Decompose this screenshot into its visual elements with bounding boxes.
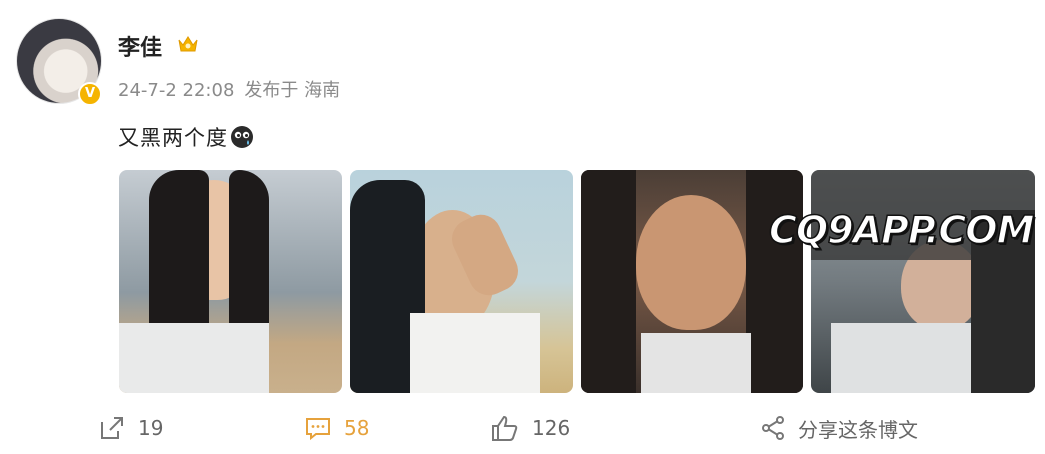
comment-icon — [306, 418, 330, 441]
comment-button[interactable]: 58 — [304, 412, 369, 444]
photo-thumbnail[interactable] — [350, 170, 573, 393]
comment-count: 58 — [344, 416, 370, 440]
crown-badge-icon — [178, 36, 198, 52]
photo-thumbnail[interactable] — [119, 170, 342, 393]
avatar-container[interactable]: V — [16, 18, 104, 106]
photo-thumbnail[interactable] — [811, 170, 1035, 393]
repost-button[interactable]: 19 — [98, 412, 163, 444]
repost-count: 19 — [138, 416, 164, 440]
share-icon — [762, 416, 784, 440]
share-label: 分享这条博文 — [798, 417, 918, 442]
post-text-container: 又黑两个度 — [118, 122, 254, 152]
post-meta: 24-7-2 22:08 发布于 海南 — [118, 76, 350, 102]
repost-icon — [101, 417, 123, 439]
verified-badge: V — [78, 82, 102, 106]
timestamp[interactable]: 24-7-2 22:08 — [118, 80, 234, 101]
weibo-post: V 李佳 24-7-2 22:08 发布于 海南 又黑两个度 CQ9APP.CO… — [0, 0, 1045, 454]
like-count: 126 — [532, 416, 571, 440]
share-button[interactable]: 分享这条博文 — [760, 412, 918, 444]
post-text: 又黑两个度 — [118, 126, 228, 150]
location[interactable]: 发布于 海南 — [244, 80, 340, 101]
like-button[interactable]: 126 — [490, 412, 570, 444]
watermark-text: CQ9APP.COM — [768, 207, 1035, 253]
thumbs-up-icon — [492, 415, 518, 441]
sweat-emoji-icon — [231, 126, 253, 148]
photo-thumbnail[interactable] — [581, 170, 803, 393]
username[interactable]: 李佳 — [118, 30, 162, 62]
